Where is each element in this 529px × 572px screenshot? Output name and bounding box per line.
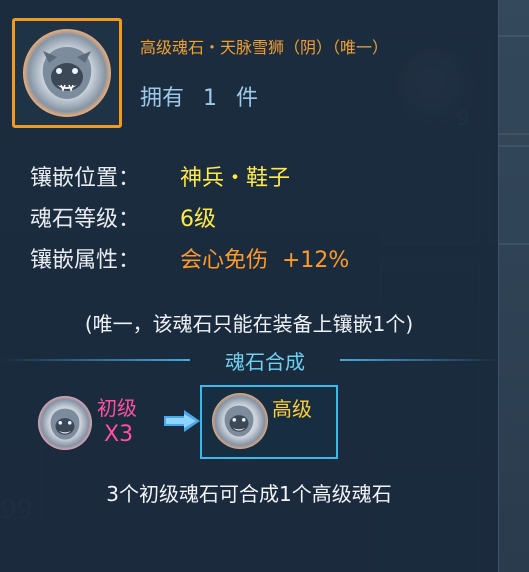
item-title: 高级魂石・天脉雪狮（阴）（唯一）: [140, 38, 389, 57]
source-level-label: 初级: [97, 396, 137, 420]
owned-unit: 件: [236, 86, 259, 111]
synthesis-result-slot[interactable]: 高级: [200, 385, 338, 459]
item-tooltip: 高级魂石・天脉雪狮（阴）（唯一） 拥有 1 件 镶嵌位置： 神兵・鞋子 魂石等级：…: [0, 0, 499, 572]
result-level-label: 高级: [272, 397, 312, 421]
divider: [0, 359, 190, 361]
attribute-row-level: 魂石等级： 6级: [30, 201, 216, 233]
owned-label: 拥有: [140, 86, 185, 111]
owned-count-line: 拥有 1 件: [140, 80, 258, 112]
attribute-label: 镶嵌属性：: [30, 248, 141, 273]
attribute-value: 会心免伤 +12%: [180, 248, 350, 273]
attribute-row-effect: 镶嵌属性： 会心免伤 +12%: [30, 242, 349, 274]
divider: [340, 359, 498, 361]
attribute-row-slot: 镶嵌位置： 神兵・鞋子: [30, 160, 290, 192]
owned-count: 1: [203, 86, 218, 111]
unique-note: (唯一，该魂石只能在装备上镶嵌1个): [84, 312, 414, 336]
synthesis-title: 魂石合成: [225, 350, 305, 374]
snow-lion-icon: [224, 405, 254, 437]
item-icon-frame: [12, 18, 122, 128]
attribute-label: 镶嵌位置：: [30, 166, 141, 191]
low-soul-stone-icon: [38, 396, 92, 450]
attribute-value: 神兵・鞋子: [180, 166, 291, 191]
attribute-value: 6级: [180, 207, 216, 232]
source-count: X3: [104, 422, 134, 447]
snow-lion-icon: [42, 47, 92, 99]
arrow-right-icon: [164, 410, 200, 432]
soul-stone-orb-icon: [23, 29, 111, 117]
game-ui: 9 99 高级魂石・天脉雪狮: [0, 0, 529, 572]
snow-lion-icon: [50, 408, 80, 440]
synthesis-summary: 3个初级魂石可合成1个高级魂石: [106, 482, 392, 506]
high-soul-stone-icon: [212, 393, 268, 449]
attribute-label: 魂石等级：: [30, 207, 141, 232]
